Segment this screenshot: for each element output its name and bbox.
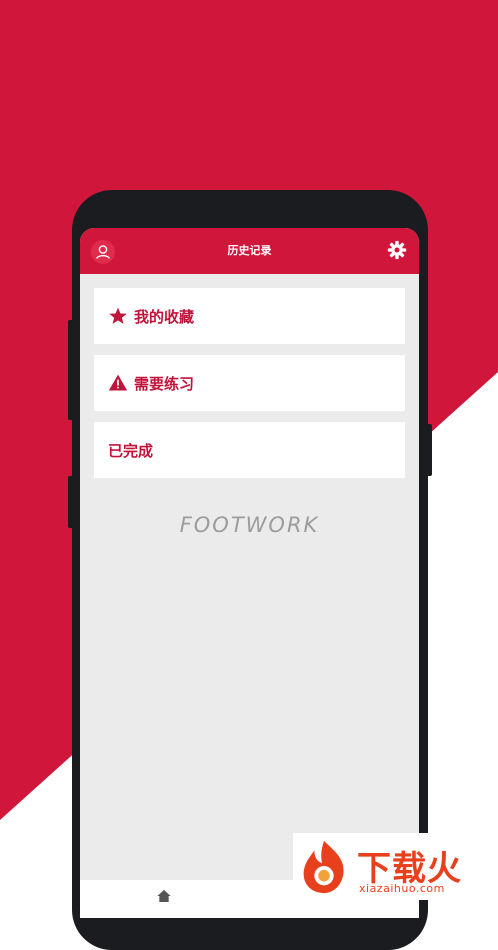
gear-icon[interactable] — [387, 240, 407, 260]
menu-item-need-practice[interactable]: 需要练习 — [94, 355, 405, 411]
phone-side-button — [426, 424, 432, 476]
brand-logo-text: FOOTWORK — [179, 513, 320, 537]
home-icon[interactable] — [156, 888, 172, 904]
flame-logo-icon — [303, 840, 344, 894]
warning-icon — [108, 374, 128, 391]
app-screen: 历史记录 我的收藏 需要练习 已完成 FOOTWORK — [80, 228, 419, 918]
menu-item-completed[interactable]: 已完成 — [94, 422, 405, 478]
phone-side-button — [68, 476, 74, 528]
watermark-domain: xiazaihuo.com — [359, 882, 445, 895]
menu-item-label: 已完成 — [108, 441, 154, 460]
star-icon — [109, 307, 127, 324]
phone-side-button — [68, 320, 74, 420]
menu-item-label: 需要练习 — [134, 374, 195, 393]
menu-item-label: 我的收藏 — [134, 307, 195, 326]
page-title: 历史记录 — [227, 244, 272, 257]
menu-item-favorites[interactable]: 我的收藏 — [94, 288, 405, 344]
app-header: 历史记录 — [80, 228, 419, 274]
watermark: 下载火 xiazaihuo.com — [293, 833, 498, 900]
